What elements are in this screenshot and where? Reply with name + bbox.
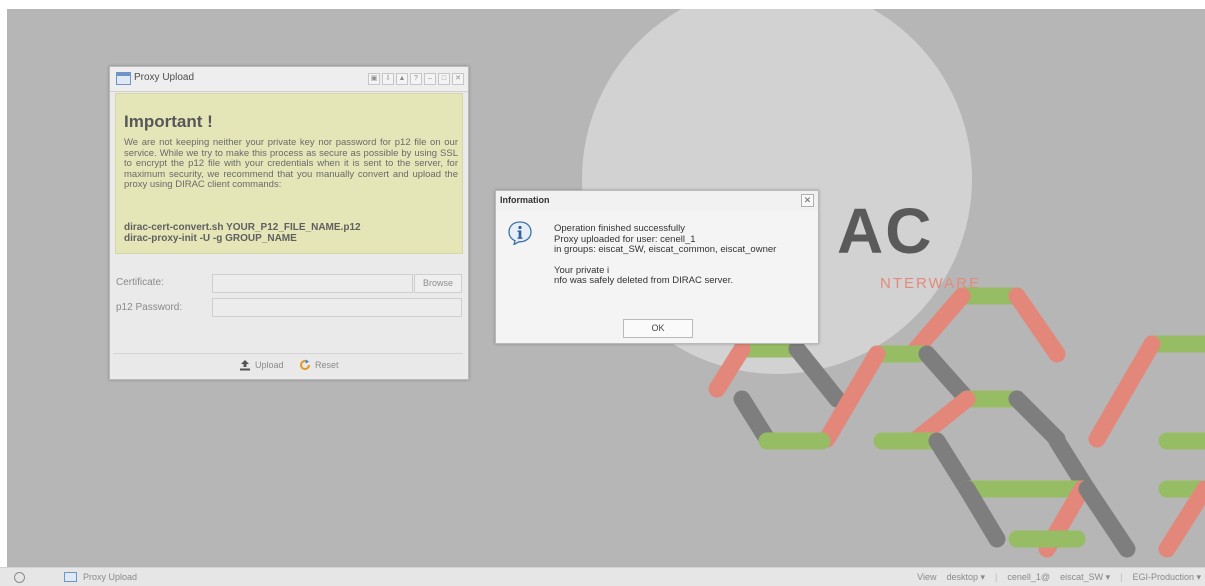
reset-icon	[300, 359, 310, 370]
hex-segment	[733, 390, 776, 448]
view-menu[interactable]: View	[917, 572, 936, 583]
information-titlebar[interactable]: Information ✕	[496, 191, 818, 211]
pin-icon[interactable]: ⇩	[382, 73, 394, 85]
reset-label: Reset	[315, 360, 339, 370]
window-icon	[116, 72, 131, 85]
hex-segment	[788, 340, 846, 408]
hex-segment	[918, 345, 976, 408]
dialog-title: Information	[500, 195, 550, 205]
upload-label: Upload	[255, 360, 284, 370]
password-field[interactable]	[212, 298, 462, 317]
hex-segment	[1008, 287, 1066, 363]
proxy-upload-window[interactable]: Proxy Upload ▣ ⇩ ▲ ? – □ ✕ Important ! W…	[109, 66, 469, 380]
certificate-label: Certificate:	[116, 277, 164, 288]
proxy-upload-titlebar[interactable]: Proxy Upload ▣ ⇩ ▲ ? – □ ✕	[110, 67, 468, 92]
close-icon[interactable]: ✕	[452, 73, 464, 85]
information-dialog[interactable]: Information ✕ Operation finished success…	[495, 190, 819, 344]
message-line-3: in groups: eiscat_SW, eiscat_common, eis…	[554, 244, 777, 255]
start-menu-icon[interactable]	[14, 572, 25, 583]
minimize-up-icon[interactable]: ▲	[396, 73, 408, 85]
window-icon	[64, 572, 77, 582]
dialog-message: Operation finished successfully Proxy up…	[554, 223, 777, 287]
maximize-icon[interactable]: □	[438, 73, 450, 85]
notice-command-1: dirac-cert-convert.sh YOUR_P12_FILE_NAME…	[124, 222, 361, 233]
minimize-icon[interactable]: –	[424, 73, 436, 85]
certificate-field[interactable]	[212, 274, 413, 293]
notice-body: We are not keeping neither your private …	[124, 137, 458, 190]
important-notice: Important ! We are not keeping neither y…	[115, 93, 463, 254]
notice-title: Important !	[124, 112, 213, 131]
notice-command-2: dirac-proxy-init -U -g GROUP_NAME	[124, 233, 297, 244]
user-label: cenell_1@	[1007, 572, 1051, 582]
upload-icon	[240, 360, 250, 371]
window-tools: ▣ ⇩ ▲ ? – □ ✕	[368, 73, 464, 85]
group-menu[interactable]: eiscat_SW ▾	[1060, 572, 1110, 583]
taskbar-item-proxy-upload[interactable]: Proxy Upload	[64, 572, 137, 582]
notice-commands: dirac-cert-convert.sh YOUR_P12_FILE_NAME…	[124, 222, 361, 244]
upload-button[interactable]: Upload	[239, 359, 284, 371]
restore-icon[interactable]: ▣	[368, 73, 380, 85]
separator: |	[995, 572, 998, 582]
close-icon[interactable]: ✕	[801, 194, 814, 207]
browse-button[interactable]: Browse	[414, 274, 462, 293]
window-title: Proxy Upload	[134, 72, 195, 83]
hex-segment	[708, 340, 751, 398]
taskbar: Proxy Upload View desktop ▾ | cenell_1@ …	[0, 567, 1205, 586]
ok-button[interactable]: OK	[623, 319, 693, 338]
desktop-area: AC NTERWARE Proxy Upload ▣ ⇩ ▲ ? – □ ✕ I…	[7, 9, 1205, 567]
setup-menu[interactable]: EGI-Production ▾	[1132, 572, 1201, 583]
desktop-menu[interactable]: desktop ▾	[947, 572, 986, 583]
separator: |	[1120, 572, 1123, 582]
hex-segment	[1078, 480, 1136, 558]
hex-segment	[1158, 480, 1205, 558]
message-line-5: nfo was safely deleted from DIRAC server…	[554, 275, 733, 286]
taskbar-tray: View desktop ▾ | cenell_1@ eiscat_SW ▾ |…	[917, 572, 1201, 583]
hex-segment	[903, 287, 971, 363]
password-label: p12 Password:	[116, 302, 183, 313]
taskbar-item-label: Proxy Upload	[83, 572, 138, 582]
reset-button[interactable]: Reset	[299, 359, 339, 371]
message-line-1: Operation finished successfully	[554, 223, 685, 234]
hex-segment	[1008, 390, 1066, 448]
proxy-upload-toolbar: Upload Reset	[113, 353, 463, 376]
hex-segment	[1088, 335, 1161, 448]
help-icon[interactable]: ?	[410, 73, 422, 85]
info-icon	[508, 221, 532, 245]
